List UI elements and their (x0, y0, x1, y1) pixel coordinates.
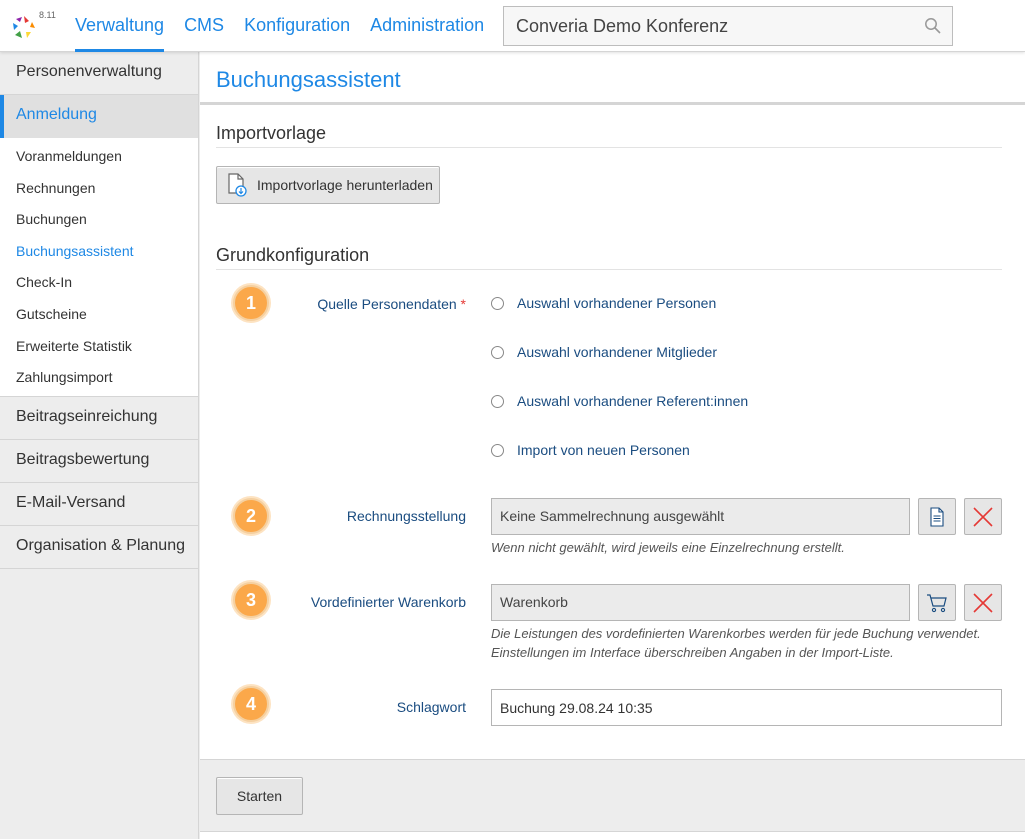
close-icon (973, 506, 993, 527)
logo-icon (13, 16, 35, 38)
step-badge-3: 3 (233, 582, 269, 618)
config-section-header: Grundkonfiguration (200, 230, 1025, 270)
search-icon[interactable] (924, 17, 942, 35)
sidebar-subitem-buchungsassistent[interactable]: Buchungsassistent (0, 236, 198, 268)
step-badge-1: 1 (233, 285, 269, 321)
top-bar: 8.11 Verwaltung CMS Konfiguration Admini… (0, 0, 1025, 52)
nav-administration[interactable]: Administration (370, 0, 484, 52)
radio-circle[interactable] (491, 296, 504, 310)
sidebar-subitem-voranmeldungen[interactable]: Voranmeldungen (0, 141, 198, 173)
radio-circle[interactable] (491, 394, 504, 408)
section-title-importvorlage: Importvorlage (216, 105, 1002, 148)
sidebar-subitem-buchungen[interactable]: Buchungen (0, 204, 198, 236)
radio-existing-members[interactable]: Auswahl vorhandener Mitglieder (491, 344, 717, 360)
cart-icon (927, 593, 947, 612)
version-label: 8.11 (39, 10, 56, 20)
sidebar-subitem-rechnungen[interactable]: Rechnungen (0, 173, 198, 205)
sidebar-item-organisation-planung[interactable]: Organisation & Planung (0, 525, 198, 569)
document-icon (930, 506, 944, 527)
cart-hint-line1: Die Leistungen des vordefinierten Warenk… (491, 626, 981, 641)
radio-existing-speakers[interactable]: Auswahl vorhandener Referent:innen (491, 393, 748, 409)
step-badge-2: 2 (233, 498, 269, 534)
nav-verwaltung[interactable]: Verwaltung (75, 0, 165, 52)
keyword-input[interactable] (491, 689, 1002, 726)
nav-cms[interactable]: CMS (184, 0, 224, 52)
sidebar-submenu: Voranmeldungen Rechnungen Buchungen Buch… (0, 138, 198, 397)
page-header: Buchungsassistent (200, 52, 1025, 105)
invoice-select-button[interactable] (918, 498, 956, 535)
start-button[interactable]: Starten (216, 777, 303, 815)
form-content: Importvorlage (200, 105, 1025, 148)
invoice-clear-button[interactable] (964, 498, 1002, 535)
sidebar-item-beitragseinreichung[interactable]: Beitragseinreichung (0, 396, 198, 440)
radio-label: Auswahl vorhandener Personen (517, 295, 717, 311)
invoice-hint: Wenn nicht gewählt, wird jeweils eine Ei… (491, 540, 845, 555)
sidebar-subitem-erweiterte-statistik[interactable]: Erweiterte Statistik (0, 331, 198, 363)
main-content: Buchungsassistent Importvorlage Importvo… (200, 52, 1025, 839)
cart-select-button[interactable] (918, 584, 956, 621)
radio-label: Auswahl vorhandener Mitglieder (517, 344, 717, 360)
radio-circle[interactable] (491, 443, 504, 457)
radio-label: Import von neuen Personen (517, 442, 690, 458)
close-icon (973, 592, 993, 613)
cart-hint-line2: Einstellungen im Interface überschreiben… (491, 645, 894, 660)
sidebar-item-personenverwaltung[interactable]: Personenverwaltung (0, 52, 198, 95)
cart-clear-button[interactable] (964, 584, 1002, 621)
sidebar-subitem-zahlungsimport[interactable]: Zahlungsimport (0, 362, 198, 394)
keyword-label: Schlagwort (396, 699, 466, 715)
event-search (503, 6, 953, 46)
page-title: Buchungsassistent (216, 67, 401, 92)
step-badge-4: 4 (233, 686, 269, 722)
search-input[interactable] (504, 7, 914, 45)
cart-hint: Die Leistungen des vordefinierten Warenk… (491, 624, 981, 662)
sidebar-subitem-check-in[interactable]: Check-In (0, 267, 198, 299)
section-title-grundkonfiguration: Grundkonfiguration (216, 230, 1002, 270)
file-download-icon (228, 173, 247, 197)
cart-field[interactable]: Warenkorb (491, 584, 910, 621)
source-label: Quelle Personendaten * (317, 296, 466, 312)
required-mark: * (460, 296, 466, 312)
source-label-text: Quelle Personendaten (317, 296, 457, 312)
sidebar-item-anmeldung[interactable]: Anmeldung (0, 95, 198, 138)
invoice-label: Rechnungsstellung (346, 508, 466, 524)
app-logo[interactable]: 8.11 (10, 10, 58, 44)
radio-existing-persons[interactable]: Auswahl vorhandener Personen (491, 295, 716, 311)
cart-label: Vordefinierter Warenkorb (310, 594, 466, 610)
sidebar-subitem-gutscheine[interactable]: Gutscheine (0, 299, 198, 331)
sidebar: Personenverwaltung Anmeldung Voranmeldun… (0, 52, 199, 839)
sidebar-item-beitragsbewertung[interactable]: Beitragsbewertung (0, 439, 198, 483)
radio-import-new-persons[interactable]: Import von neuen Personen (491, 442, 690, 458)
sidebar-item-e-mail-versand[interactable]: E-Mail-Versand (0, 482, 198, 526)
main-nav: Verwaltung CMS Konfiguration Administrat… (75, 0, 504, 52)
invoice-field[interactable]: Keine Sammelrechnung ausgewählt (491, 498, 910, 535)
download-template-label: Importvorlage herunterladen (257, 177, 433, 193)
form-footer: Starten (200, 759, 1025, 832)
nav-konfiguration[interactable]: Konfiguration (244, 0, 350, 52)
radio-circle[interactable] (491, 345, 504, 359)
download-template-button[interactable]: Importvorlage herunterladen (216, 166, 440, 204)
radio-label: Auswahl vorhandener Referent:innen (517, 393, 749, 409)
